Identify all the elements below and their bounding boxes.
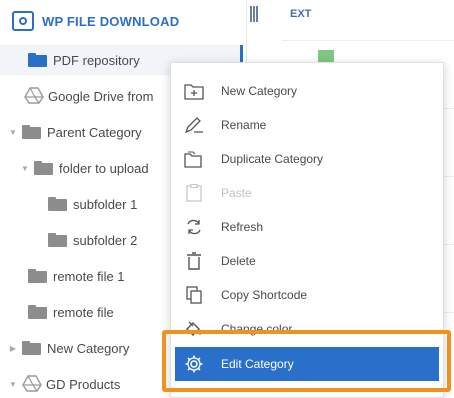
tree-item-label: folder to upload [59, 160, 149, 176]
row-divider [282, 40, 454, 41]
menu-item-refresh[interactable]: Refresh [171, 210, 443, 244]
menu-item-edit-category[interactable]: Edit Category [175, 347, 439, 381]
menu-item-delete[interactable]: Delete [171, 244, 443, 278]
google-drive-icon [22, 375, 42, 392]
caret-down-icon[interactable]: ▼ [8, 128, 18, 137]
tree-item-label: Google Drive from [48, 88, 154, 104]
folder-icon [22, 341, 41, 355]
tree-item-parent-category[interactable]: ▼ Parent Category [8, 117, 142, 147]
copy-icon [183, 284, 205, 306]
folder-icon [34, 161, 53, 175]
caret-down-icon[interactable]: ▼ [8, 380, 18, 389]
menu-item-new-category[interactable]: New Category [171, 74, 443, 108]
menu-item-label: Refresh [221, 220, 264, 234]
tree-item-new-category[interactable]: ▶ New Category [8, 333, 129, 363]
tree-item-subfolder-1[interactable]: subfolder 1 [48, 189, 137, 219]
resize-handle-line [253, 6, 255, 22]
menu-item-label: Delete [221, 254, 256, 268]
tree-item-folder-to-upload[interactable]: ▼ folder to upload [20, 153, 149, 183]
file-type-icon [318, 50, 334, 62]
tree-item-label: Parent Category [47, 124, 142, 140]
menu-item-label: Change color [221, 322, 293, 336]
delete-icon [183, 250, 205, 272]
folder-icon [48, 197, 67, 211]
menu-item-duplicate-category[interactable]: Duplicate Category [171, 142, 443, 176]
menu-item-label: Copy Shortcode [221, 288, 308, 302]
brand: WP FILE DOWNLOAD [12, 10, 179, 32]
rename-icon [183, 114, 205, 136]
paste-icon [183, 182, 205, 204]
tree-item-google-drive[interactable]: Google Drive from [24, 81, 153, 111]
menu-item-paste[interactable]: Paste [171, 176, 443, 210]
duplicate-icon [183, 148, 205, 170]
new-category-icon [183, 80, 205, 102]
gear-icon [183, 353, 205, 375]
menu-item-label: Paste [221, 186, 252, 200]
tree-item-label: PDF repository [53, 52, 140, 68]
menu-item-label: New Category [221, 84, 298, 98]
menu-item-label: Rename [221, 118, 267, 132]
tree-item-label: subfolder 1 [73, 196, 138, 212]
menu-item-label: Edit Category [221, 357, 294, 371]
folder-icon [28, 269, 47, 283]
column-header-ext[interactable]: EXT [290, 8, 311, 20]
tree-item-label: remote file 1 [53, 268, 125, 284]
tree-item-gd-products[interactable]: ▼ GD Products [8, 369, 120, 398]
menu-item-rename[interactable]: Rename [171, 108, 443, 142]
menu-item-change-color[interactable]: Change color [171, 312, 443, 346]
wpfd-logo-icon [12, 11, 34, 31]
context-menu: New Category Rename Duplicate Category P… [170, 62, 444, 398]
folder-icon [28, 53, 47, 67]
folder-icon [22, 125, 41, 139]
tree-item-subfolder-2[interactable]: subfolder 2 [48, 225, 137, 255]
refresh-icon [183, 216, 205, 238]
caret-right-icon[interactable]: ▶ [8, 344, 18, 353]
tree-item-label: GD Products [46, 376, 121, 392]
caret-down-icon[interactable]: ▼ [20, 164, 30, 173]
folder-icon [28, 305, 47, 319]
menu-item-label: Duplicate Category [221, 152, 324, 166]
tree-item-remote-file-1[interactable]: remote file 1 [28, 261, 125, 291]
folder-icon [48, 233, 67, 247]
tree-item-label: remote file [53, 304, 114, 320]
tree-item-label: New Category [47, 340, 130, 356]
paint-bucket-icon [183, 318, 205, 340]
brand-title: WP FILE DOWNLOAD [42, 13, 180, 29]
menu-item-copy-shortcode[interactable]: Copy Shortcode [171, 278, 443, 312]
tree-item-label: subfolder 2 [73, 232, 138, 248]
tree-item-remote-file[interactable]: remote file [28, 297, 114, 327]
google-drive-icon [24, 87, 44, 104]
